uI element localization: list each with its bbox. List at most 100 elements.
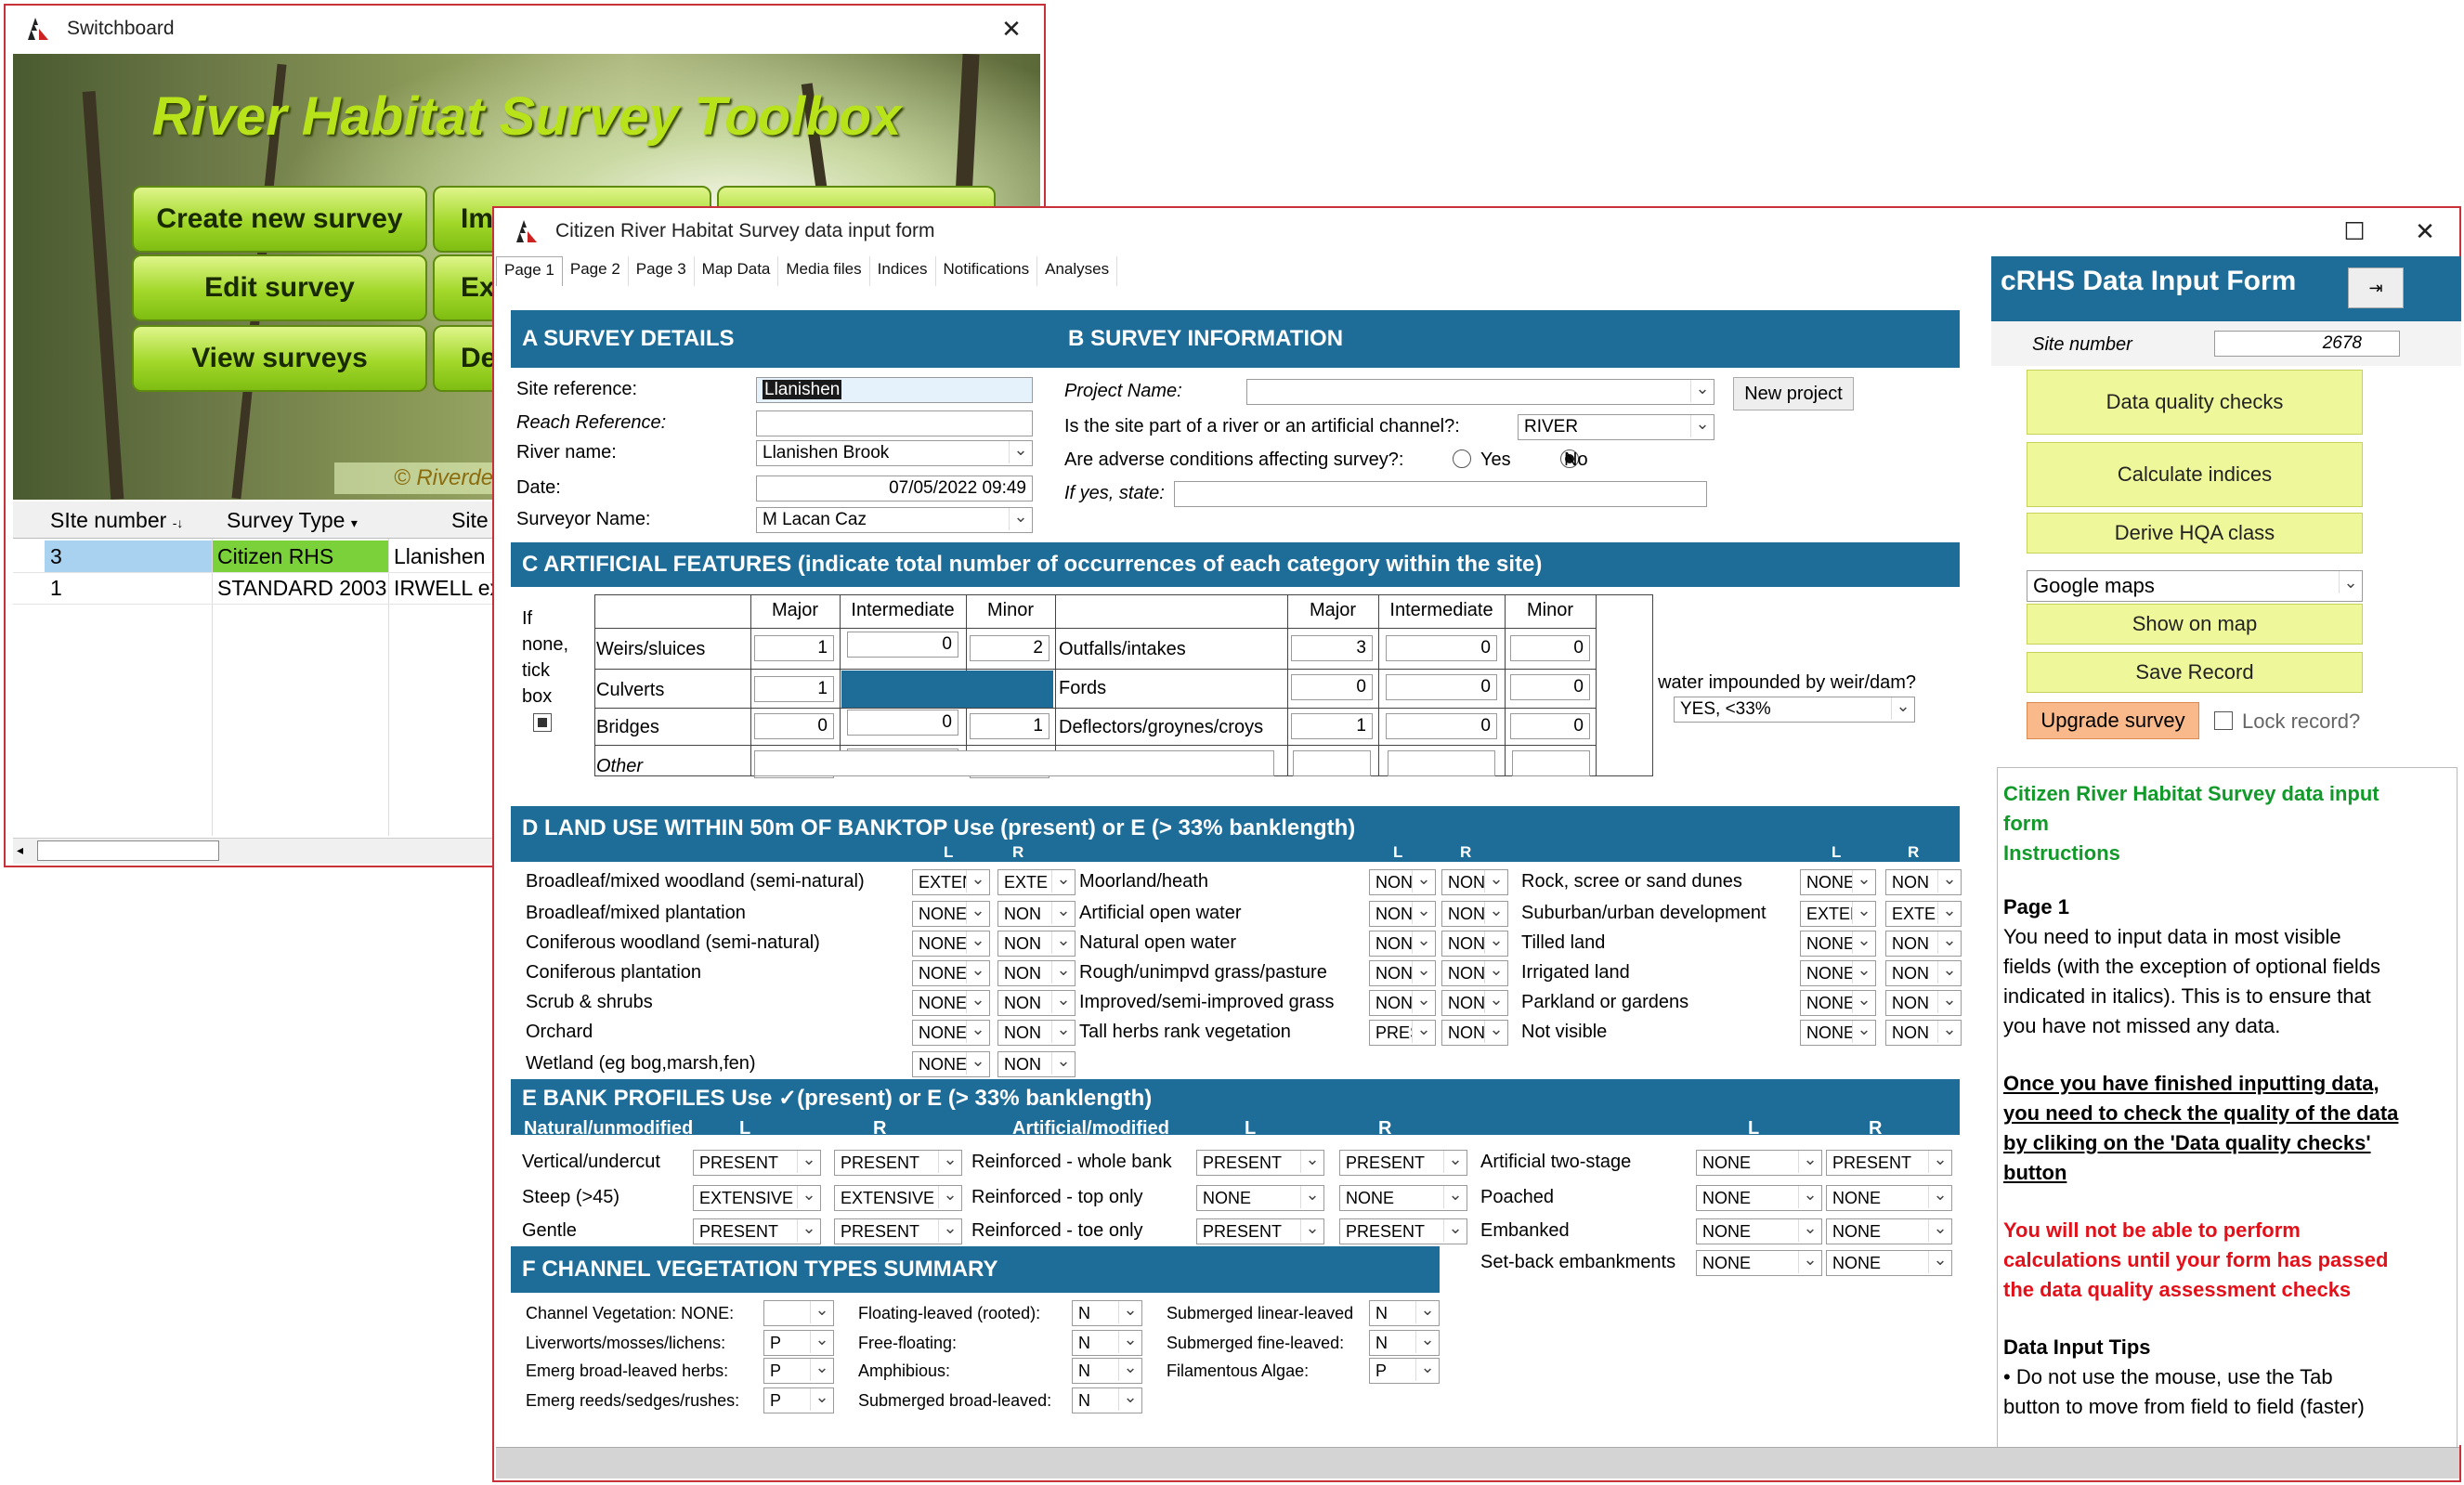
project-name-select[interactable] — [1246, 379, 1714, 405]
vegetation-select[interactable]: N — [1072, 1358, 1142, 1384]
c-left-major[interactable]: 1 — [754, 676, 834, 702]
new-project-button[interactable]: New project — [1733, 377, 1854, 410]
land-use-left-select[interactable]: NONE — [1800, 960, 1876, 986]
vegetation-select[interactable]: P — [763, 1330, 834, 1356]
bank-profile-left-select[interactable]: NONE — [1696, 1150, 1822, 1176]
vegetation-select[interactable]: N — [1369, 1300, 1440, 1326]
c-left-minor[interactable]: 2 — [970, 635, 1049, 661]
table-row-2-site[interactable]: 1 — [45, 572, 212, 604]
land-use-left-select[interactable]: NONE — [1800, 1020, 1876, 1046]
vegetation-select[interactable]: P — [1369, 1358, 1440, 1384]
save-record-button[interactable]: Save Record — [2027, 652, 2363, 693]
c-left-intermediate[interactable]: 0 — [847, 632, 958, 658]
land-use-left-select[interactable]: NON — [1369, 869, 1436, 895]
land-use-left-select[interactable]: NONE — [912, 990, 990, 1016]
map-provider-select[interactable]: Google maps — [2027, 570, 2363, 602]
create-survey-button[interactable]: Create new survey — [132, 186, 427, 253]
land-use-right-select[interactable]: NON — [1441, 869, 1508, 895]
tab-page-1[interactable]: Page 1 — [496, 256, 563, 286]
river-name-select[interactable]: Llanishen Brook — [756, 440, 1033, 466]
lock-record-checkbox[interactable] — [2214, 711, 2233, 730]
c-right-intermediate[interactable]: 0 — [1386, 713, 1497, 739]
c-right-minor[interactable]: 0 — [1510, 635, 1590, 661]
scroll-thumb[interactable] — [37, 840, 219, 861]
bank-profile-left-select[interactable]: PRESENT — [693, 1218, 821, 1244]
c-left-minor[interactable]: 1 — [970, 713, 1049, 739]
c-right-minor[interactable]: 0 — [1510, 674, 1590, 700]
vegetation-select[interactable]: N — [1072, 1300, 1142, 1326]
vegetation-select[interactable]: N — [1072, 1387, 1142, 1413]
land-use-left-select[interactable]: NONE — [912, 931, 990, 957]
vegetation-select[interactable]: P — [763, 1387, 834, 1413]
land-use-right-select[interactable]: NON — [1441, 990, 1508, 1016]
vegetation-select[interactable]: P — [763, 1358, 834, 1384]
scroll-left-icon[interactable]: ◂ — [17, 842, 23, 858]
land-use-left-select[interactable]: NONE — [912, 1051, 990, 1077]
exit-icon[interactable]: ⇥ — [2348, 267, 2404, 308]
land-use-right-select[interactable]: NON — [997, 1020, 1076, 1046]
land-use-right-select[interactable]: NON — [997, 990, 1076, 1016]
surveyor-name-select[interactable]: M Lacan Caz — [756, 507, 1033, 533]
site-number-field[interactable]: 2678 — [2214, 331, 2400, 357]
tab-media-files[interactable]: Media files — [778, 256, 870, 286]
bank-profile-right-select[interactable]: NONE — [1339, 1185, 1467, 1211]
bank-profile-left-select[interactable]: NONE — [1196, 1185, 1324, 1211]
bank-profile-right-select[interactable]: NONE — [1826, 1218, 1952, 1244]
land-use-right-select[interactable]: NON — [997, 901, 1076, 927]
land-use-left-select[interactable]: NONE — [1800, 990, 1876, 1016]
derive-hqa-button[interactable]: Derive HQA class — [2027, 513, 2363, 554]
maximize-icon[interactable]: ☐ — [2327, 214, 2381, 249]
c-other-right-field[interactable] — [1293, 750, 1371, 776]
land-use-left-select[interactable]: NON — [1369, 960, 1436, 986]
bank-profile-right-select[interactable]: EXTENSIVE — [834, 1185, 962, 1211]
show-on-map-button[interactable]: Show on map — [2027, 604, 2363, 645]
land-use-right-select[interactable]: NON — [1885, 869, 1962, 895]
col-site-number[interactable]: SIte number -↓ — [45, 504, 212, 536]
site-reference-field[interactable]: Llanishen — [756, 377, 1033, 403]
c-other-field[interactable] — [754, 750, 1274, 776]
land-use-right-select[interactable]: NON — [1441, 931, 1508, 957]
land-use-right-select[interactable]: NON — [1885, 960, 1962, 986]
bank-profile-left-select[interactable]: PRESENT — [1196, 1218, 1324, 1244]
if-none-checkbox[interactable] — [533, 713, 552, 732]
close-icon[interactable]: ✕ — [984, 11, 1038, 46]
land-use-right-select[interactable]: NON — [997, 960, 1076, 986]
bank-profile-left-select[interactable]: EXTENSIVE — [693, 1185, 821, 1211]
c-other-right-field[interactable] — [1512, 750, 1590, 776]
land-use-right-select[interactable]: EXTE — [1885, 901, 1962, 927]
c-right-minor[interactable]: 0 — [1510, 713, 1590, 739]
table-row-2-type[interactable]: STANDARD 2003 — [212, 572, 388, 604]
land-use-right-select[interactable]: NON — [997, 1051, 1076, 1077]
land-use-right-select[interactable]: NON — [1885, 1020, 1962, 1046]
vegetation-select[interactable] — [763, 1300, 834, 1326]
table-row-2-site-name[interactable]: IRWELL ex — [388, 572, 500, 604]
c-left-intermediate[interactable]: 0 — [847, 710, 958, 736]
tab-analyses[interactable]: Analyses — [1037, 256, 1118, 286]
table-row-1-site[interactable]: 3 — [45, 541, 212, 572]
channel-type-select[interactable]: RIVER — [1518, 414, 1714, 440]
impound-select[interactable]: YES, <33% — [1674, 697, 1915, 723]
tab-indices[interactable]: Indices — [870, 256, 936, 286]
land-use-right-select[interactable]: NON — [1441, 1020, 1508, 1046]
land-use-left-select[interactable]: PRES — [1369, 1020, 1436, 1046]
bank-profile-right-select[interactable]: PRESENT — [1339, 1150, 1467, 1176]
bank-profile-left-select[interactable]: PRESENT — [693, 1150, 821, 1176]
land-use-left-select[interactable]: NONE — [912, 1020, 990, 1046]
land-use-right-select[interactable]: NON — [1885, 990, 1962, 1016]
land-use-left-select[interactable]: EXTEN — [912, 869, 990, 895]
date-field[interactable]: 07/05/2022 09:49 — [756, 475, 1033, 502]
close-icon[interactable]: ✕ — [2398, 214, 2452, 249]
bank-profile-right-select[interactable]: PRESENT — [1826, 1150, 1952, 1176]
c-left-major[interactable]: 0 — [754, 713, 834, 739]
col-survey-type[interactable]: Survey Type ▾ — [221, 504, 398, 536]
c-other-right-field[interactable] — [1388, 750, 1495, 776]
col-site[interactable]: Site — [407, 504, 500, 536]
table-row-1-site-name[interactable]: Llanishen — [388, 541, 500, 572]
land-use-left-select[interactable]: NONE — [912, 960, 990, 986]
land-use-left-select[interactable]: NONE — [1800, 869, 1876, 895]
c-right-major[interactable]: 3 — [1291, 635, 1373, 661]
land-use-right-select[interactable]: EXTE — [997, 869, 1076, 895]
upgrade-survey-button[interactable]: Upgrade survey — [2027, 702, 2199, 739]
adverse-yes-radio[interactable] — [1453, 449, 1471, 468]
view-surveys-button[interactable]: View surveys — [132, 325, 427, 392]
